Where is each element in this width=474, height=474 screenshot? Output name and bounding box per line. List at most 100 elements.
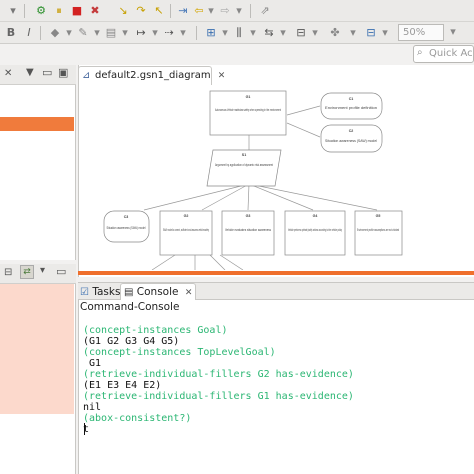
properties-dropdown-icon[interactable]: ▾ (308, 26, 322, 40)
zoom-field[interactable]: 50% (398, 24, 444, 41)
grid-icon[interactable]: ⊟ (364, 26, 378, 40)
gsn-diagram[interactable]: G1 Autonomous Vehicle maintains safety w… (100, 87, 412, 270)
quick-access-label: Quick Access (429, 48, 473, 59)
tab-tasks[interactable]: ☑ Tasks (80, 284, 120, 300)
line-style-icon[interactable]: ↦ (134, 26, 148, 40)
tab-tasks-label: Tasks (92, 286, 121, 298)
align-dropdown-icon[interactable]: ▾ (246, 26, 260, 40)
node-id-g2: G2 (184, 214, 189, 218)
collapse-icon[interactable]: ⊟ (4, 267, 12, 278)
editor-status-bar (78, 271, 474, 275)
left-top-panel (0, 65, 76, 260)
node-id-g4: G4 (313, 214, 318, 218)
edge-s1-c3 (143, 183, 250, 211)
use-step-filters-icon[interactable]: ⇥ (176, 4, 190, 18)
toolbar-separator (170, 4, 171, 18)
maximize-icon[interactable]: ▣ (58, 66, 68, 79)
step-into-icon[interactable]: ↘ (116, 4, 130, 18)
arrow-style-icon[interactable]: ⇢ (162, 26, 176, 40)
console-line: (abox-consistent?) (83, 413, 192, 424)
node-text-g1: Autonomous Vehicle maintains safety when… (215, 108, 281, 112)
font-color-dropdown-icon[interactable]: ▾ (118, 26, 132, 40)
edge-g1-c2 (286, 122, 321, 138)
pin-icon[interactable]: ⇗ (258, 4, 272, 18)
view-menu-icon[interactable]: ▾ (40, 265, 45, 276)
main-toolbar: ▾ ⚙ ⏸ ■ ✖ ↘ ↷ ↖ ⇥ ⇦ ▾ ⇨ ▾ ⇗ (0, 0, 474, 22)
node-id-g1: G1 (246, 95, 251, 99)
route-icon[interactable]: ⇆ (262, 26, 276, 40)
editor-tab[interactable]: ⊿ default2.gsn1_diagram ✕ (78, 66, 225, 85)
node-id-g5: G5 (376, 214, 381, 218)
node-id-c2: C2 (349, 129, 354, 133)
arrow-style-dropdown-icon[interactable]: ▾ (176, 26, 190, 40)
toolbar-separator (24, 4, 25, 18)
fill-color-icon[interactable]: ◆ (48, 26, 62, 40)
node-text-c2: Situation awareness (SAW) model (325, 139, 377, 143)
node-id-c3: C3 (124, 215, 129, 219)
node-text-g4: Vehicle performs optimal (safe) actions … (288, 228, 342, 232)
stop-icon[interactable]: ■ (70, 4, 84, 18)
node-text-g2: SAW model is correct, sufficient and ass… (163, 228, 209, 232)
menu-arrow-icon[interactable]: ▾ (6, 4, 20, 18)
text-cursor (84, 423, 85, 435)
node-text-g3: Vehicle evaluates situation awareness (225, 228, 271, 232)
arrange-dropdown-icon[interactable]: ▾ (218, 26, 232, 40)
step-over-icon[interactable]: ↷ (134, 4, 148, 18)
edge-s1-g5 (248, 183, 378, 211)
diagram-file-icon: ⊿ (82, 70, 91, 81)
bold-icon[interactable]: B (4, 26, 18, 40)
close-tab-icon[interactable]: ✕ (185, 288, 193, 298)
node-text-c1: Environment profile definition (325, 106, 377, 110)
step-return-icon[interactable]: ↖ (152, 4, 166, 18)
tasks-icon: ☑ (80, 287, 89, 298)
console-panel-header: ☑ Tasks ▤ Console ✕ (78, 282, 474, 301)
edge-s1-g3 (247, 183, 250, 211)
console-title: Command-Console (80, 301, 180, 313)
toolbar-separator (40, 26, 41, 40)
debug-icon[interactable]: ⚙ (34, 4, 48, 18)
left-bottom-panel-header: ⊟ ⇄ ▾ ▭ (0, 264, 76, 284)
properties-icon[interactable]: ⊟ (294, 26, 308, 40)
snap-icon[interactable]: ✤ (328, 26, 342, 40)
search-icon: ⌕ (417, 47, 423, 58)
node-text-c3: Situation awareness (SAW) model (107, 226, 146, 230)
close-icon[interactable]: ✕ (4, 68, 12, 79)
route-dropdown-icon[interactable]: ▾ (276, 26, 290, 40)
disconnect-icon[interactable]: ✖ (88, 4, 102, 18)
link-editor-icon[interactable]: ⇄ (20, 265, 34, 279)
arrange-all-icon[interactable]: ⊞ (204, 26, 218, 40)
view-menu-icon[interactable]: ▼ (26, 67, 34, 78)
line-color-icon[interactable]: ✎ (76, 26, 90, 40)
edge-g1-c1 (286, 105, 321, 116)
line-style-dropdown-icon[interactable]: ▾ (148, 26, 162, 40)
grid-dropdown-icon[interactable]: ▾ (378, 26, 392, 40)
console-line: (concept-instances TopLevelGoal) (83, 347, 276, 358)
outline-preview (0, 284, 74, 414)
edge-s1-g2 (201, 183, 250, 211)
node-text-g5: Environment profile assumptions are not … (357, 228, 399, 232)
tab-console-label: Console (136, 286, 179, 298)
selected-tree-item[interactable] (0, 117, 74, 131)
node-id-c1: C1 (349, 97, 354, 101)
pause-icon[interactable]: ⏸ (52, 4, 66, 18)
toolbar-separator (250, 4, 251, 18)
minimize-icon[interactable]: ▭ (56, 265, 66, 278)
forward-dropdown-icon[interactable]: ▾ (232, 4, 246, 18)
italic-icon[interactable]: I (22, 26, 36, 40)
minimize-icon[interactable]: ▭ (42, 66, 52, 79)
fill-color-dropdown-icon[interactable]: ▾ (62, 26, 76, 40)
tab-console[interactable]: ▤ Console ✕ (120, 283, 197, 301)
node-id-s1: S1 (242, 153, 246, 157)
close-tab-icon[interactable]: ✕ (218, 71, 226, 81)
zoom-dropdown-icon[interactable]: ▾ (446, 25, 460, 39)
node-text-s1: Argument by application of dynamic risk … (215, 163, 273, 167)
editor-tab-label: default2.gsn1_diagram (95, 70, 211, 81)
align-icon[interactable]: ⫼ (232, 26, 246, 40)
console-icon: ▤ (124, 287, 134, 298)
ruler-icon[interactable]: ▾ (346, 26, 360, 40)
back-dropdown-icon[interactable]: ▾ (204, 4, 218, 18)
line-color-dropdown-icon[interactable]: ▾ (90, 26, 104, 40)
node-id-g3: G3 (246, 214, 251, 218)
font-color-icon[interactable]: ▤ (104, 26, 118, 40)
forward-icon[interactable]: ⇨ (218, 4, 232, 18)
